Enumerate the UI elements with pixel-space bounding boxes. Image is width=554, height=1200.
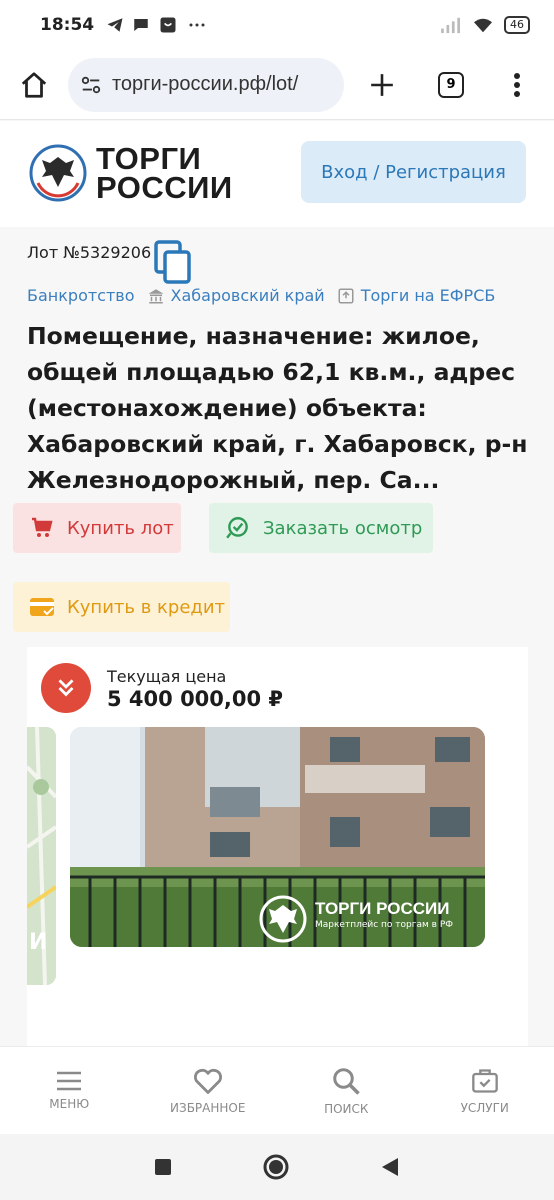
watermark-brand: ТОРГИ РОССИИ [315,899,450,918]
bottom-navigation: МЕНЮ ИЗБРАННОЕ ПОИСК УСЛУГИ [0,1046,554,1134]
signal-icon [441,17,460,34]
lot-number: Лот №5329206 [27,243,152,262]
bank-building-icon [148,288,164,303]
telegram-icon [107,18,123,32]
buy-lot-label: Купить лот [67,517,174,539]
current-price-label: Текущая цена [107,667,227,686]
external-source-icon [338,288,354,303]
nav-menu-label: МЕНЮ [49,1096,90,1111]
check-circle-icon [226,517,248,539]
lot-title: Помещение, назначение: жилое, общей площ… [27,322,528,494]
status-system-icons: 46 [440,16,530,34]
briefcase-check-icon [471,1068,498,1093]
recents-square-icon[interactable] [154,1158,172,1176]
home-circle-icon[interactable] [262,1153,290,1181]
url-text: торги-россии.рф/lot/ [112,73,299,95]
order-inspection-button[interactable]: Заказать осмотр [209,503,433,553]
map-thumbnail[interactable]: И [27,727,56,985]
lot-photo[interactable]: ТОРГИ РОССИИ Маркетплейс по торгам в РФ [70,727,485,947]
svg-text:И: И [29,930,47,955]
heart-icon [193,1068,222,1094]
current-price-value: 5 400 000,00 ₽ [107,687,284,711]
hamburger-menu-icon [57,1071,82,1090]
chat-bubble-icon [134,19,148,31]
nav-search[interactable]: ПОИСК [277,1047,416,1134]
nav-search-label: ПОИСК [324,1101,369,1116]
plus-icon [371,73,393,96]
breadcrumb-region[interactable]: Хабаровский край [171,286,325,305]
browser-menu-button[interactable] [484,50,550,120]
price-drop-badge [41,663,91,713]
tabs-switcher-button[interactable]: 9 [418,50,484,120]
nav-favorites-label: ИЗБРАННОЕ [170,1100,246,1115]
eagle-emblem-icon [29,144,87,202]
breadcrumb-source[interactable]: Торги на ЕФРСБ [361,286,496,305]
kebab-menu-icon [514,72,520,97]
browser-toolbar: торги-россии.рф/lot/ 9 [0,50,554,120]
nav-menu[interactable]: МЕНЮ [0,1047,139,1134]
screen: 18:54 46 торги-россии.рф/lot/ 9 ТОРГИ РО… [0,0,554,1200]
shop-bag-icon [160,17,176,33]
nav-favorites[interactable]: ИЗБРАННОЕ [139,1047,278,1134]
watermark-tagline: Маркетплейс по торгам в РФ [315,920,453,930]
status-bar: 18:54 46 [0,0,554,50]
tabs-count: 9 [438,71,464,98]
double-chevron-down-icon [58,679,74,697]
credit-card-icon [30,598,54,616]
buy-on-credit-button[interactable]: Купить в кредит [13,582,230,632]
home-button[interactable] [0,50,68,120]
site-settings-icon [81,76,101,93]
back-triangle-icon[interactable] [380,1157,400,1177]
wifi-icon [474,18,492,33]
order-inspection-label: Заказать осмотр [263,517,423,539]
logo-line-2: РОССИИ [96,170,233,205]
copy-icon[interactable] [153,240,193,286]
cart-icon [32,517,53,537]
map-image: И [27,727,56,985]
photo-watermark: ТОРГИ РОССИИ Маркетплейс по торгам в РФ [315,899,453,932]
new-tab-button[interactable] [346,50,418,120]
login-register-button[interactable]: Вход / Регистрация [301,141,526,203]
buy-on-credit-label: Купить в кредит [67,596,226,618]
breadcrumbs: Банкротство Хабаровский край Торги на ЕФ… [27,286,495,305]
more-dots-icon [189,23,205,27]
address-bar[interactable]: торги-россии.рф/lot/ [68,57,344,112]
system-navigation-bar [0,1134,554,1200]
battery-indicator: 46 [504,16,530,34]
status-notification-icons [106,15,208,35]
logo-line-1: ТОРГИ [96,141,202,176]
site-header: ТОРГИ РОССИИ Вход / Регистрация [0,121,554,227]
nav-services[interactable]: УСЛУГИ [416,1047,554,1134]
logo-wordmark: ТОРГИ РОССИИ [96,141,233,205]
status-time: 18:54 [40,15,95,35]
breadcrumb-category[interactable]: Банкротство [27,286,135,305]
nav-services-label: УСЛУГИ [460,1100,509,1115]
search-icon [333,1067,360,1095]
buy-lot-button[interactable]: Купить лот [13,503,181,553]
site-logo[interactable]: ТОРГИ РОССИИ [28,143,233,203]
price-card: Текущая цена 5 400 000,00 ₽ И ТОРГИ РОСС… [27,647,528,1047]
home-icon [21,71,47,98]
